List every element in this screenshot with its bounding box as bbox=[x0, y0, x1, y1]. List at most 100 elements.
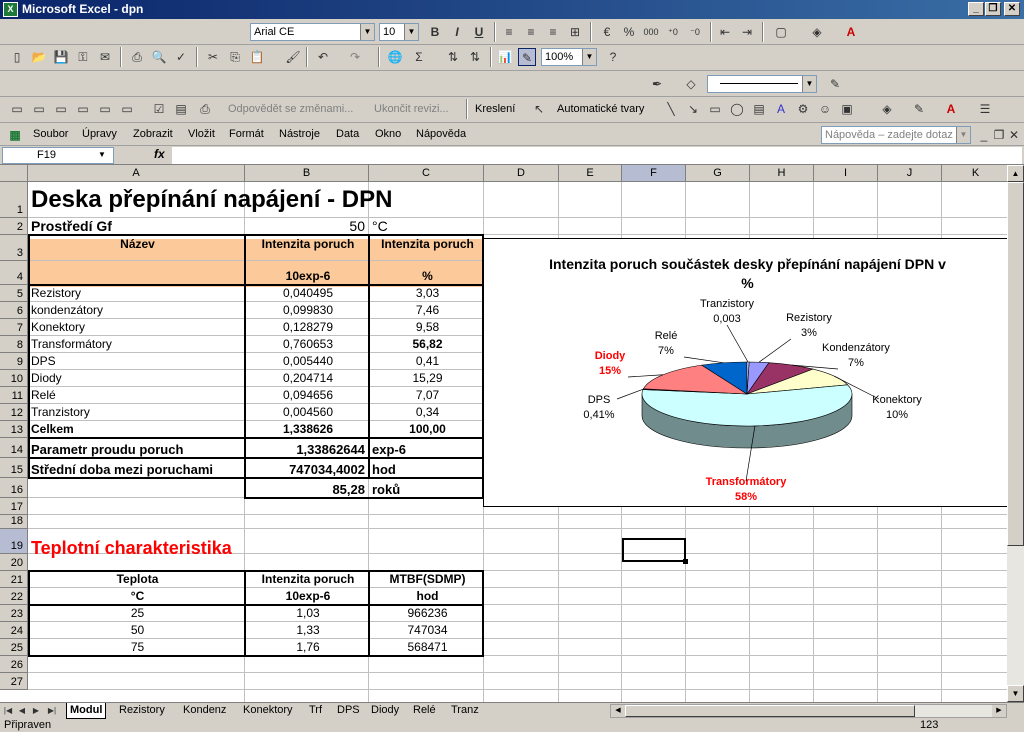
item-pct[interactable]: 0,41 bbox=[372, 354, 483, 369]
tab-rezistory[interactable]: Rezistory bbox=[116, 703, 168, 719]
new-file-icon[interactable]: ▯ bbox=[8, 48, 26, 66]
row-header[interactable]: 13 bbox=[0, 421, 28, 438]
scroll-left-icon[interactable]: ◀ bbox=[611, 705, 625, 717]
item-name[interactable]: Tranzistory bbox=[31, 405, 244, 420]
paste-icon[interactable]: 📋 bbox=[248, 48, 266, 66]
temp-cell[interactable]: 75 bbox=[31, 640, 244, 655]
item-rate[interactable]: 0,040495 bbox=[248, 286, 368, 301]
checkbox-icon[interactable]: ☑ bbox=[150, 100, 168, 118]
param-unit[interactable]: exp-6 bbox=[372, 442, 483, 457]
chevron-down-icon[interactable]: ▼ bbox=[360, 24, 374, 40]
currency-icon[interactable]: € bbox=[598, 23, 616, 41]
oval-icon[interactable]: ◯ bbox=[728, 100, 746, 118]
row-header[interactable]: 7 bbox=[0, 319, 28, 336]
column-header-j[interactable]: J bbox=[878, 165, 942, 182]
underline-icon[interactable]: U bbox=[470, 23, 488, 41]
item-rate[interactable]: 0,760653 bbox=[248, 337, 368, 352]
clipart-icon[interactable]: ☺ bbox=[816, 100, 834, 118]
column-header-d[interactable]: D bbox=[484, 165, 559, 182]
column-header-a[interactable]: A bbox=[28, 165, 245, 182]
item-rate[interactable]: 0,099830 bbox=[248, 303, 368, 318]
save-icon[interactable]: 💾 bbox=[52, 48, 70, 66]
menu-soubor[interactable]: Soubor bbox=[33, 128, 68, 140]
review-icon[interactable]: ▭ bbox=[8, 100, 26, 118]
years-value[interactable]: 85,28 bbox=[248, 482, 368, 497]
item-rate[interactable]: 0,128279 bbox=[248, 320, 368, 335]
last-sheet-icon[interactable]: ▶| bbox=[44, 702, 60, 720]
selected-cell-f19[interactable] bbox=[622, 538, 688, 564]
thousands-icon[interactable]: 000 bbox=[642, 23, 660, 41]
item-rate[interactable]: 0,004560 bbox=[248, 405, 368, 420]
percent-icon[interactable]: % bbox=[620, 23, 638, 41]
hscroll-thumb[interactable] bbox=[625, 705, 915, 717]
review-icon-5[interactable]: ▭ bbox=[96, 100, 114, 118]
row-header[interactable]: 19 bbox=[0, 529, 28, 554]
row-header[interactable]: 12 bbox=[0, 404, 28, 421]
tab-tranz[interactable]: Tranz bbox=[448, 703, 482, 719]
chevron-down-icon[interactable]: ▼ bbox=[98, 150, 106, 159]
drawing-icon[interactable]: ✎ bbox=[518, 48, 536, 66]
temp-cell[interactable]: 1,76 bbox=[248, 640, 368, 655]
temp-header[interactable]: MTBF(SDMP) bbox=[372, 572, 483, 587]
print-preview-icon[interactable]: 🔍 bbox=[150, 48, 168, 66]
row-header[interactable]: 3 bbox=[0, 235, 28, 261]
menu-zobrazit[interactable]: Zobrazit bbox=[133, 128, 173, 140]
column-header-f[interactable]: F bbox=[622, 165, 686, 182]
menu-data[interactable]: Data bbox=[336, 128, 359, 140]
mtbf-value[interactable]: 747034,4002 bbox=[248, 462, 368, 477]
merge-center-icon[interactable]: ⊞ bbox=[566, 23, 584, 41]
temp-cell[interactable]: 50 bbox=[31, 623, 244, 638]
row-header[interactable]: 9 bbox=[0, 353, 28, 370]
param-value[interactable]: 1,33862644 bbox=[248, 442, 368, 457]
review-icon-3[interactable]: ▭ bbox=[52, 100, 70, 118]
vertical-scrollbar[interactable]: ▲ ▼ bbox=[1007, 165, 1024, 702]
select-objects-icon[interactable]: ↖ bbox=[530, 100, 548, 118]
increase-decimal-icon[interactable]: ⁺0 bbox=[664, 23, 682, 41]
column-header-i[interactable]: I bbox=[814, 165, 878, 182]
chevron-down-icon[interactable]: ▼ bbox=[582, 49, 596, 65]
undo-icon[interactable]: ↶ bbox=[314, 48, 332, 66]
item-name[interactable]: Transformátory bbox=[31, 337, 244, 352]
column-header-h[interactable]: H bbox=[750, 165, 814, 182]
print-icon[interactable]: ⎙ bbox=[128, 48, 146, 66]
menu-nastroje[interactable]: Nástroje bbox=[279, 128, 320, 140]
fill-color-icon[interactable]: ◈ bbox=[878, 100, 896, 118]
scroll-thumb[interactable] bbox=[1007, 182, 1024, 546]
autosum-icon[interactable]: Σ bbox=[410, 48, 428, 66]
italic-icon[interactable]: I bbox=[448, 23, 466, 41]
format-painter-icon[interactable]: 🖌 bbox=[284, 48, 302, 66]
item-name[interactable]: Diody bbox=[31, 371, 244, 386]
years-unit[interactable]: roků bbox=[372, 482, 483, 497]
formula-input[interactable] bbox=[172, 147, 1022, 164]
item-rate[interactable]: 0,005440 bbox=[248, 354, 368, 369]
temp-cell[interactable]: 568471 bbox=[372, 640, 483, 655]
doc-close-icon[interactable]: ✕ bbox=[1005, 126, 1023, 144]
tab-konektory[interactable]: Konektory bbox=[240, 703, 296, 719]
spellcheck-icon[interactable]: ✓ bbox=[172, 48, 190, 66]
row-header[interactable]: 26 bbox=[0, 656, 28, 673]
temp-unit[interactable]: °C bbox=[31, 589, 244, 604]
printer-icon[interactable]: ⎙ bbox=[196, 100, 214, 118]
open-folder-icon[interactable]: 📂 bbox=[30, 48, 48, 66]
row-header[interactable]: 17 bbox=[0, 498, 28, 515]
review-icon-2[interactable]: ▭ bbox=[30, 100, 48, 118]
row-header[interactable]: 24 bbox=[0, 622, 28, 639]
increase-indent-icon[interactable]: ⇥ bbox=[738, 23, 756, 41]
sheet-title[interactable]: Deska přepínání napájení - DPN bbox=[31, 186, 558, 214]
font-name-dropdown[interactable]: Arial CE ▼ bbox=[250, 23, 375, 41]
font-color-icon[interactable]: A bbox=[842, 23, 860, 41]
mtbf-label[interactable]: Střední doba mezi poruchami bbox=[31, 462, 244, 477]
header-rate[interactable]: Intenzita poruch bbox=[248, 237, 368, 252]
draw-menu-button[interactable]: Kreslení bbox=[475, 100, 515, 118]
env-unit[interactable]: °C bbox=[372, 219, 483, 234]
row-header[interactable]: 11 bbox=[0, 387, 28, 404]
row-header[interactable]: 8 bbox=[0, 336, 28, 353]
cut-icon[interactable]: ✂ bbox=[204, 48, 222, 66]
first-sheet-icon[interactable]: |◀ bbox=[2, 702, 14, 720]
row-header[interactable]: 14 bbox=[0, 438, 28, 458]
temp-unit[interactable]: hod bbox=[372, 589, 483, 604]
scroll-up-icon[interactable]: ▲ bbox=[1007, 165, 1024, 182]
textbox-icon[interactable]: ▤ bbox=[750, 100, 768, 118]
item-name[interactable]: Konektory bbox=[31, 320, 244, 335]
menu-format[interactable]: Formát bbox=[229, 128, 264, 140]
